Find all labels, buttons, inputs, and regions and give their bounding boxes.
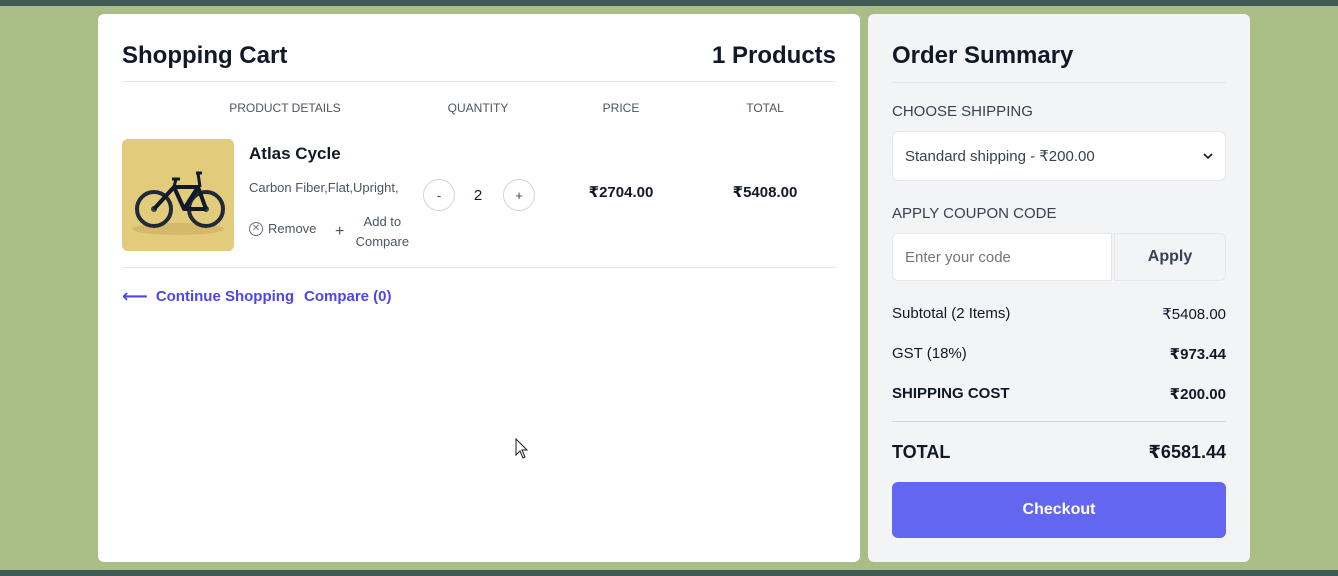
remove-label: Remove [268,221,317,236]
checkout-button[interactable]: Checkout [892,482,1226,538]
continue-shopping-label: Continue Shopping [155,287,295,305]
coupon-code-input[interactable] [892,233,1112,281]
gst-row: GST (18%) ₹973.44 [892,345,1226,363]
cart-title: Shopping Cart [122,42,288,69]
gst-value: ₹973.44 [1169,346,1226,363]
shipping-selected-value: Standard shipping - ₹200.00 [905,148,1095,165]
gst-label: GST (18%) [892,345,967,362]
apply-coupon-label: APPLY COUPON CODE [892,205,1057,222]
apply-coupon-button[interactable]: Apply [1114,233,1226,281]
remove-circle-x-icon: ✕ [249,221,263,236]
total-value: ₹6581.44 [1148,442,1226,462]
shopping-cart-panel: Shopping Cart 1 Products PRODUCT DETAILS… [98,14,860,562]
product-name[interactable]: Atlas Cycle [249,144,341,164]
quantity-decrease-button[interactable]: - [423,179,455,211]
quantity-value: 2 [473,187,483,204]
summary-divider [892,82,1226,83]
cart-product-count: 1 Products [711,42,836,69]
continue-shopping-link[interactable]: ⟵ Continue Shopping [122,287,294,305]
cart-header: Shopping Cart 1 Products [122,40,836,82]
order-summary-title: Order Summary [892,42,1074,69]
remove-item-button[interactable]: ✕ Remove [249,221,316,236]
total-row: TOTAL ₹6581.44 [892,442,1226,463]
column-header-product-details: PRODUCT DETAILS [229,101,341,115]
compare-link[interactable]: Compare (0) [304,288,392,305]
add-to-compare-button[interactable]: + Add to Compare [335,212,415,252]
line-total: ₹5408.00 [732,184,798,201]
shipping-select[interactable]: Standard shipping - ₹200.00 [892,131,1226,181]
subtotal-value: ₹5408.00 [1162,306,1226,323]
shipping-cost-label: SHIPPING COST [892,385,1010,402]
mouse-cursor-icon [515,438,529,459]
column-header-price: PRICE [602,101,640,115]
total-divider [892,421,1226,422]
subtotal-label: Subtotal (2 Items) [892,305,1011,322]
plus-icon: + [335,223,345,240]
quantity-increase-button[interactable]: + [503,179,535,211]
add-to-compare-label: Add to Compare [355,214,410,249]
arrow-left-icon: ⟵ [122,286,148,306]
chevron-down-icon [1203,153,1213,160]
unit-price: ₹2704.00 [588,184,654,201]
order-summary-panel: Order Summary CHOOSE SHIPPING Standard s… [868,14,1250,562]
product-image[interactable] [122,139,234,251]
column-header-quantity: QUANTITY [447,101,509,115]
subtotal-row: Subtotal (2 Items) ₹5408.00 [892,305,1226,323]
bicycle-image [122,139,234,251]
row-divider [122,267,836,268]
top-edge-strip [0,0,1338,6]
shipping-cost-value: ₹200.00 [1169,386,1226,403]
bottom-edge-strip [0,570,1338,576]
product-description: Carbon Fiber,Flat,Upright, [249,180,399,195]
choose-shipping-label: CHOOSE SHIPPING [892,103,1033,120]
shipping-cost-row: SHIPPING COST ₹200.00 [892,385,1226,403]
column-header-total: TOTAL [746,101,784,115]
total-label: TOTAL [892,442,951,462]
